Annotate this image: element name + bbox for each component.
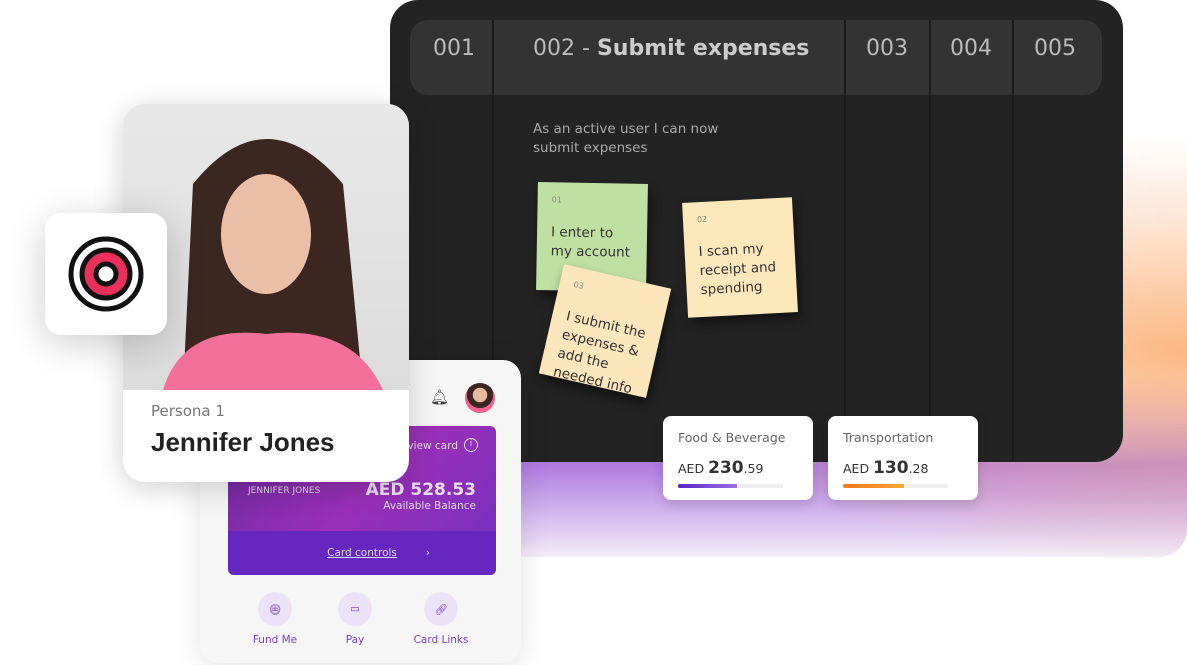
column-001[interactable]: 001 <box>433 36 475 61</box>
column-005[interactable]: 005 <box>1034 36 1076 61</box>
column-004[interactable]: 004 <box>950 36 992 61</box>
card-links-button[interactable]: 🔗︎ Card Links <box>401 592 481 646</box>
link-icon: 🔗︎ <box>424 592 458 626</box>
card-controls-button[interactable]: Card controls › <box>228 531 496 575</box>
app-logo <box>45 213 167 335</box>
column-002[interactable]: 002 - Submit expenses <box>533 36 809 61</box>
avatar[interactable] <box>465 383 495 413</box>
persona-label: Persona 1 <box>151 402 225 420</box>
target-logo-icon <box>68 236 144 312</box>
sticky-note[interactable]: 02 I scan my receipt and spending <box>682 197 798 318</box>
user-story: As an active user I can now submit expen… <box>533 121 719 156</box>
pay-button[interactable]: ▭ Pay <box>315 592 395 646</box>
bell-icon[interactable]: 🔔︎ <box>430 388 449 406</box>
persona-name: Jennifer Jones <box>151 427 335 457</box>
fund-me-button[interactable]: 🪙︎ Fund Me <box>235 592 315 646</box>
stat-card-transport: Transportation AED 130.28 <box>828 416 978 500</box>
column-003[interactable]: 003 <box>866 36 908 61</box>
view-card-link[interactable]: view card <box>407 440 458 452</box>
balance-amount: AED 528.53 <box>365 480 476 500</box>
chevron-right-icon: › <box>425 547 430 559</box>
info-icon[interactable]: i <box>464 438 478 452</box>
stat-card-food: Food & Beverage AED 230.59 <box>663 416 813 500</box>
pay-card-icon: ▭ <box>338 592 372 626</box>
progress-bar <box>843 484 948 488</box>
sticky-note[interactable]: 03 I submit the expenses & add the needed… <box>538 264 672 398</box>
progress-bar <box>678 484 783 488</box>
coins-icon: 🪙︎ <box>258 592 292 626</box>
